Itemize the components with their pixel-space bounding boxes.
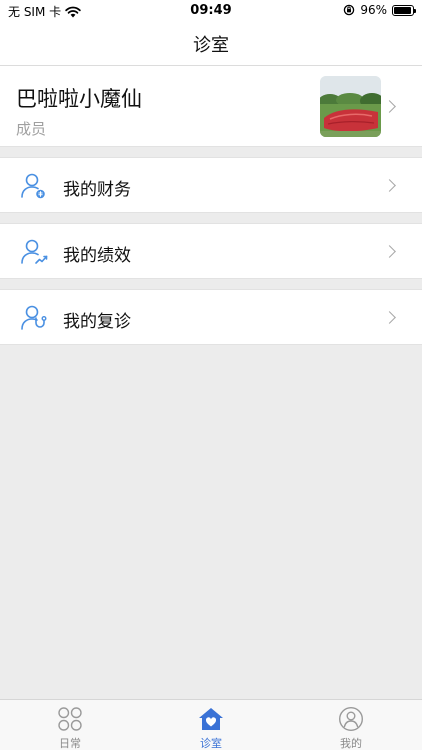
page-title: 诊室 (193, 34, 229, 56)
status-bar: 无 SIM 卡 09:49 96% (0, 0, 422, 22)
tab-label: 日常 (59, 737, 81, 750)
battery-icon (392, 4, 416, 16)
profile-role: 成员 (16, 120, 47, 138)
user-followup-icon (21, 305, 47, 330)
tab-label: 诊室 (200, 737, 222, 750)
user-finance-icon (21, 173, 45, 199)
user-performance-icon (21, 239, 48, 264)
nav-bar: 诊室 (0, 22, 422, 66)
menu-item-performance[interactable]: 我的绩效 (0, 223, 422, 279)
tab-clinic[interactable]: 诊室 (141, 700, 281, 750)
menu-item-followup[interactable]: 我的复诊 (0, 289, 422, 345)
menu-item-finance[interactable]: 我的财务 (0, 157, 422, 213)
chevron-right-icon (383, 179, 396, 192)
tab-label: 我的 (340, 737, 362, 750)
chevron-right-icon (383, 100, 396, 113)
profile-name: 巴啦啦小魔仙 (16, 87, 142, 111)
menu-label: 我的绩效 (63, 246, 131, 266)
profile-photo (320, 76, 381, 137)
orientation-lock-icon (344, 4, 355, 16)
home-heart-icon (199, 708, 223, 730)
garden-photo-image (320, 76, 381, 137)
wifi-icon (65, 6, 81, 17)
grid-petals-icon (58, 707, 82, 731)
chevron-right-icon (383, 245, 396, 258)
tab-mine[interactable]: 我的 (281, 700, 421, 750)
app-screen: 无 SIM 卡 09:49 96% 诊室 巴啦啦小魔仙 成员 我的财务 我的绩效… (0, 0, 422, 750)
chevron-right-icon (383, 311, 396, 324)
tab-bar: 日常 诊室 我的 (0, 699, 422, 750)
status-right: 96% (343, 3, 416, 17)
person-circle-icon (338, 706, 364, 732)
battery-fill (394, 6, 412, 14)
profile-card[interactable]: 巴啦啦小魔仙 成员 (0, 66, 422, 147)
status-left: 无 SIM 卡 (8, 3, 81, 20)
menu-label: 我的财务 (63, 180, 131, 200)
tab-daily[interactable]: 日常 (0, 700, 140, 750)
carrier-label: 无 SIM 卡 (8, 5, 62, 19)
menu-label: 我的复诊 (63, 312, 131, 332)
battery-percent: 96% (360, 3, 387, 17)
